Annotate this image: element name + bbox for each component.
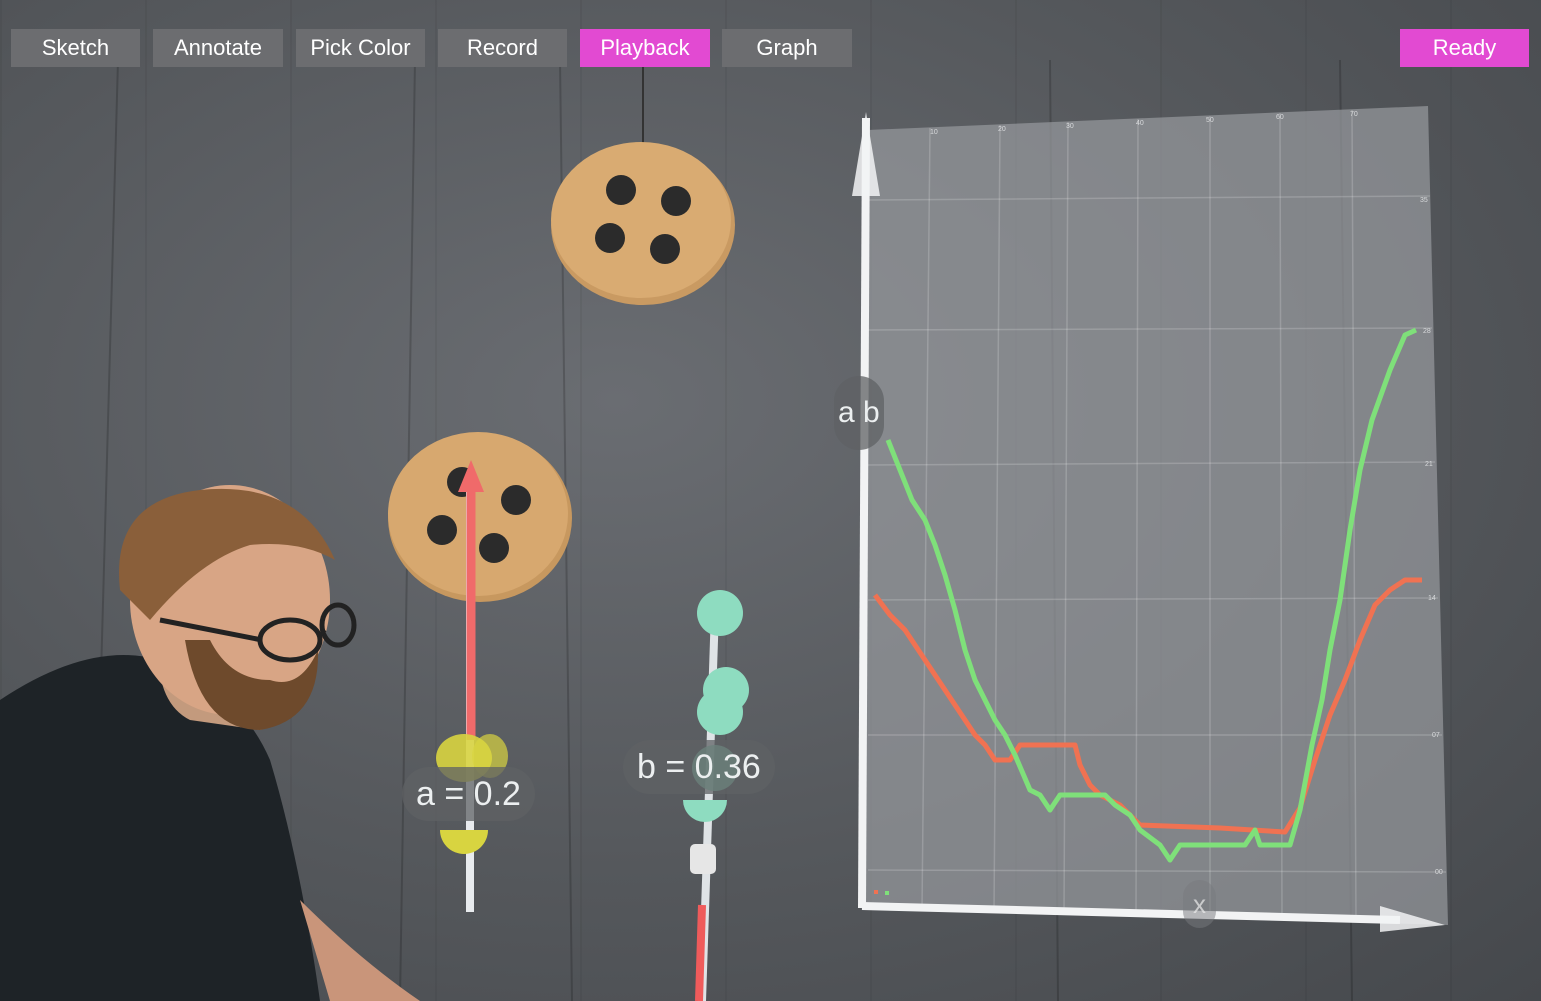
x-tick: 20 bbox=[998, 126, 1006, 133]
x-tick: 60 bbox=[1276, 114, 1284, 121]
playback-button[interactable]: Playback bbox=[580, 29, 710, 67]
annotate-button[interactable]: Annotate bbox=[153, 29, 283, 67]
graph-button[interactable]: Graph bbox=[722, 29, 852, 67]
x-tick: 50 bbox=[1206, 117, 1214, 124]
sketch-button[interactable]: Sketch bbox=[11, 29, 140, 67]
person bbox=[0, 485, 420, 1001]
x-tick: 40 bbox=[1136, 120, 1144, 127]
y-tick: 14 bbox=[1428, 595, 1436, 602]
x-tick: 30 bbox=[1066, 123, 1074, 130]
ar-scene: 10 20 30 40 50 60 70 35 28 21 14 07 00 bbox=[0, 59, 1448, 1001]
graph-legend-label[interactable]: a b bbox=[834, 376, 884, 450]
camera-view: 10 20 30 40 50 60 70 35 28 21 14 07 00 S… bbox=[0, 0, 1541, 1001]
ready-status-button[interactable]: Ready bbox=[1400, 29, 1529, 67]
y-tick: 35 bbox=[1420, 197, 1428, 204]
x-axis-label[interactable]: x bbox=[1183, 880, 1216, 928]
x-tick: 70 bbox=[1350, 111, 1358, 118]
variable-a-label[interactable]: a = 0.2 bbox=[402, 767, 535, 821]
x-tick: 10 bbox=[930, 129, 938, 136]
record-button[interactable]: Record bbox=[438, 29, 567, 67]
graph-panel: 10 20 30 40 50 60 70 35 28 21 14 07 00 bbox=[852, 106, 1448, 932]
y-tick: 07 bbox=[1432, 732, 1440, 739]
y-tick: 21 bbox=[1425, 461, 1433, 468]
pick-color-button[interactable]: Pick Color bbox=[296, 29, 425, 67]
y-tick: 00 bbox=[1435, 869, 1443, 876]
vector-b bbox=[683, 590, 749, 1001]
top-pulley bbox=[551, 142, 735, 305]
y-tick: 28 bbox=[1423, 328, 1431, 335]
lower-pulley bbox=[388, 432, 572, 602]
variable-b-label[interactable]: b = 0.36 bbox=[623, 740, 775, 794]
